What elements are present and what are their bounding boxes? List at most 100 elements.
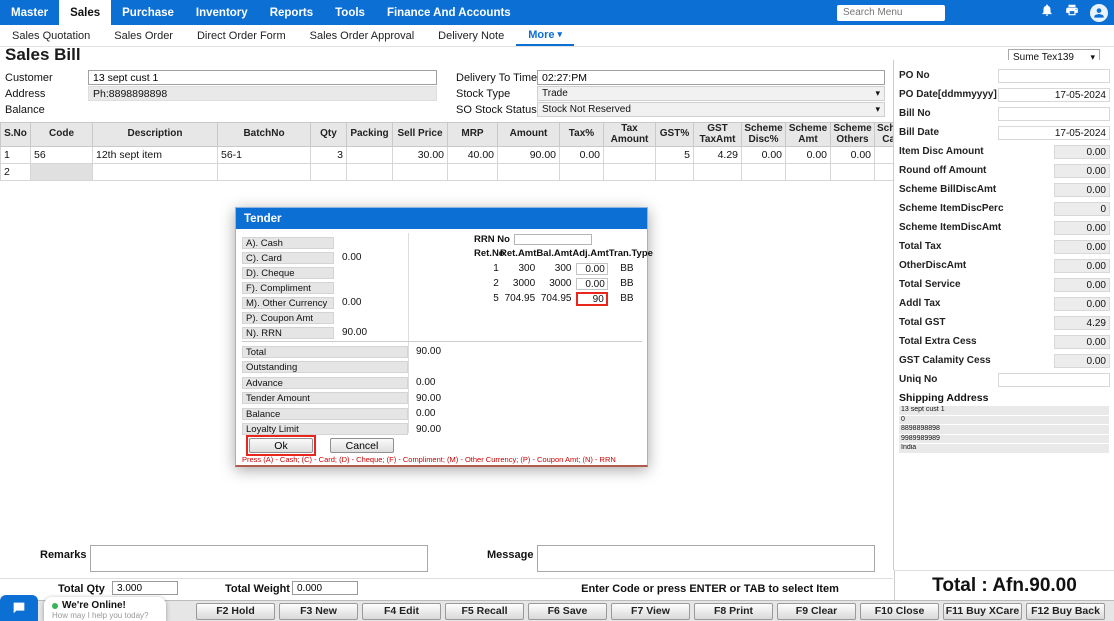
f11-buy-xcare-button[interactable]: F11 Buy XCare <box>943 603 1022 620</box>
cell-gst-pct[interactable]: 5 <box>656 147 694 164</box>
chat-launcher-icon[interactable] <box>0 595 38 621</box>
cell-scheme-others[interactable]: 0.00 <box>831 147 875 164</box>
cell-sell-price[interactable] <box>393 164 448 181</box>
f3-new-button[interactable]: F3 New <box>279 603 358 620</box>
subnav-more[interactable]: More ▾ <box>516 25 574 46</box>
customer-input[interactable] <box>88 70 437 85</box>
f5-recall-button[interactable]: F5 Recall <box>445 603 524 620</box>
cell-amount[interactable]: 90.00 <box>498 147 560 164</box>
cell-scheme-cash[interactable] <box>875 164 894 181</box>
cell-code[interactable] <box>31 164 93 181</box>
cell-batchno[interactable]: 56-1 <box>218 147 311 164</box>
f7-view-button[interactable]: F7 View <box>611 603 690 620</box>
message-input[interactable] <box>537 545 875 572</box>
total-tax-value: 0.00 <box>1054 240 1110 254</box>
bell-icon[interactable] <box>1040 3 1054 22</box>
uniq-no-input[interactable] <box>998 373 1110 387</box>
adj-amt-input-highlighted[interactable]: 90 <box>576 292 608 306</box>
other-currency-value[interactable]: 0.00 <box>342 297 361 308</box>
subnav-sales-order-approval[interactable]: Sales Order Approval <box>298 25 427 46</box>
cell-gst-pct[interactable] <box>656 164 694 181</box>
search-input[interactable] <box>837 5 945 21</box>
col-scheme-others: Scheme Others <box>831 123 875 147</box>
cell-code[interactable]: 56 <box>31 147 93 164</box>
f12-buy-back-button[interactable]: F12 Buy Back <box>1026 603 1105 620</box>
col-mrp: MRP <box>448 123 498 147</box>
adj-amt-input[interactable]: 0.00 <box>576 263 608 275</box>
cell-sell-price[interactable]: 30.00 <box>393 147 448 164</box>
nav-sales[interactable]: Sales <box>59 0 111 25</box>
cell-scheme-others[interactable] <box>831 164 875 181</box>
rrn-value[interactable]: 90.00 <box>342 327 367 338</box>
bill-date-input[interactable]: 17-05-2024 <box>998 126 1110 140</box>
cell-scheme-cash[interactable] <box>875 147 894 164</box>
cell-tax-amount[interactable] <box>604 164 656 181</box>
cell-gst-taxamt[interactable]: 4.29 <box>694 147 742 164</box>
stock-type-select[interactable]: Trade ▾ <box>537 86 885 101</box>
nav-master[interactable]: Master <box>0 0 59 25</box>
panel-row-gst-calamity-cess: GST Calamity Cess 0.00 <box>894 351 1114 370</box>
nav-purchase[interactable]: Purchase <box>111 0 185 25</box>
cell-scheme-amt[interactable]: 0.00 <box>786 147 831 164</box>
cell-batchno[interactable] <box>218 164 311 181</box>
bill-no-input[interactable] <box>998 107 1110 121</box>
rrn-no-input[interactable] <box>514 234 592 245</box>
address-field[interactable]: Ph:8898898898 <box>88 86 437 101</box>
f2-hold-button[interactable]: F2 Hold <box>196 603 275 620</box>
po-date-input[interactable]: 17-05-2024 <box>998 88 1110 102</box>
cancel-button[interactable]: Cancel <box>330 438 394 453</box>
nav-tools[interactable]: Tools <box>324 0 376 25</box>
panel-row-addl-tax: Addl Tax 0.00 <box>894 294 1114 313</box>
cell-mrp[interactable]: 40.00 <box>448 147 498 164</box>
address-label: Address <box>5 88 45 100</box>
cell-mrp[interactable] <box>448 164 498 181</box>
cell-gst-taxamt[interactable] <box>694 164 742 181</box>
panel-row-total-gst: Total GST 4.29 <box>894 313 1114 332</box>
cell-description[interactable]: 12th sept item <box>93 147 218 164</box>
chevron-down-icon: ▾ <box>557 29 562 40</box>
remarks-input[interactable] <box>90 545 428 572</box>
subnav-sales-quotation[interactable]: Sales Quotation <box>0 25 102 46</box>
col-amount: Amount <box>498 123 560 147</box>
nav-reports[interactable]: Reports <box>259 0 324 25</box>
user-avatar-icon[interactable] <box>1090 4 1108 22</box>
f8-print-button[interactable]: F8 Print <box>694 603 773 620</box>
cell-tax-amount[interactable] <box>604 147 656 164</box>
cell-qty[interactable]: 3 <box>311 147 347 164</box>
cell-sno[interactable]: 2 <box>1 164 31 181</box>
cell-tax-pct[interactable]: 0.00 <box>560 147 604 164</box>
total-qty-label: Total Qty <box>58 583 105 595</box>
cell-amount[interactable] <box>498 164 560 181</box>
delivery-to-time-input[interactable] <box>537 70 885 85</box>
cell-description[interactable] <box>93 164 218 181</box>
subnav-sales-order[interactable]: Sales Order <box>102 25 185 46</box>
cell-scheme-disc[interactable]: 0.00 <box>742 147 786 164</box>
subnav-delivery-note[interactable]: Delivery Note <box>426 25 516 46</box>
po-no-input[interactable] <box>998 69 1110 83</box>
ok-button[interactable]: Ok <box>249 438 313 453</box>
adj-amt-input[interactable]: 0.00 <box>576 278 608 290</box>
cell-scheme-amt[interactable] <box>786 164 831 181</box>
total-weight-input[interactable] <box>292 581 358 595</box>
f10-close-button[interactable]: F10 Close <box>860 603 939 620</box>
f4-edit-button[interactable]: F4 Edit <box>362 603 441 620</box>
subnav-direct-order-form[interactable]: Direct Order Form <box>185 25 298 46</box>
nav-finance-accounts[interactable]: Finance And Accounts <box>376 0 522 25</box>
total-qty-input[interactable] <box>112 581 178 595</box>
so-stock-status-select[interactable]: Stock Not Reserved ▾ <box>537 102 885 117</box>
nav-inventory[interactable]: Inventory <box>185 0 259 25</box>
otherdiscamt-value: 0.00 <box>1054 259 1110 273</box>
printer-icon[interactable] <box>1065 3 1079 22</box>
cell-packing[interactable] <box>347 164 393 181</box>
tender-dialog-title[interactable]: Tender <box>236 208 647 229</box>
cell-qty[interactable] <box>311 164 347 181</box>
chat-widget[interactable]: We're Online! How may I help you today? <box>44 597 166 621</box>
cell-scheme-disc[interactable] <box>742 164 786 181</box>
f6-save-button[interactable]: F6 Save <box>528 603 607 620</box>
f9-clear-button[interactable]: F9 Clear <box>777 603 856 620</box>
card-value[interactable]: 0.00 <box>342 252 361 263</box>
cell-packing[interactable] <box>347 147 393 164</box>
cell-sno[interactable]: 1 <box>1 147 31 164</box>
col-packing: Packing <box>347 123 393 147</box>
cell-tax-pct[interactable] <box>560 164 604 181</box>
